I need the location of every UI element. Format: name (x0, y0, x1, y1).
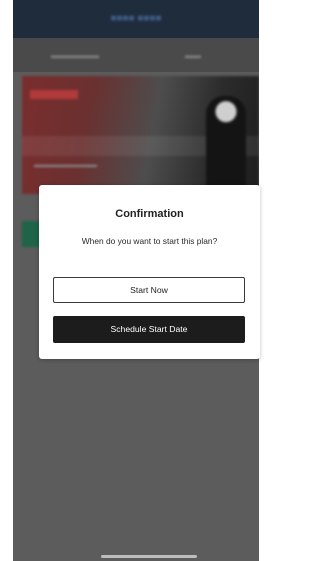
hero-image: ▬▬▬▬▬▬▬▬▬ (22, 76, 259, 194)
dialog-message: When do you want to start this plan? (81, 236, 218, 246)
tab-bar: ▬▬▬▬▬▬ ▬▬ (13, 38, 259, 72)
hero-person-figure (206, 96, 246, 194)
nav-title-blurred: ■■■■ ■■■■ (110, 13, 162, 24)
home-indicator (101, 555, 197, 558)
start-now-button[interactable]: Start Now (53, 277, 245, 303)
schedule-start-date-button[interactable]: Schedule Start Date (53, 316, 245, 343)
navigation-bar: ■■■■ ■■■■ (13, 0, 259, 38)
hero-badge-blurred (30, 90, 78, 99)
tab-left-blurred: ▬▬▬▬▬▬ (51, 51, 99, 60)
tab-right-blurred: ▬▬ (185, 51, 201, 60)
dialog-title: Confirmation (115, 208, 184, 220)
hero-text-blurred: ▬▬▬▬▬▬▬▬▬ (34, 162, 97, 169)
confirmation-dialog: Confirmation When do you want to start t… (39, 185, 260, 359)
